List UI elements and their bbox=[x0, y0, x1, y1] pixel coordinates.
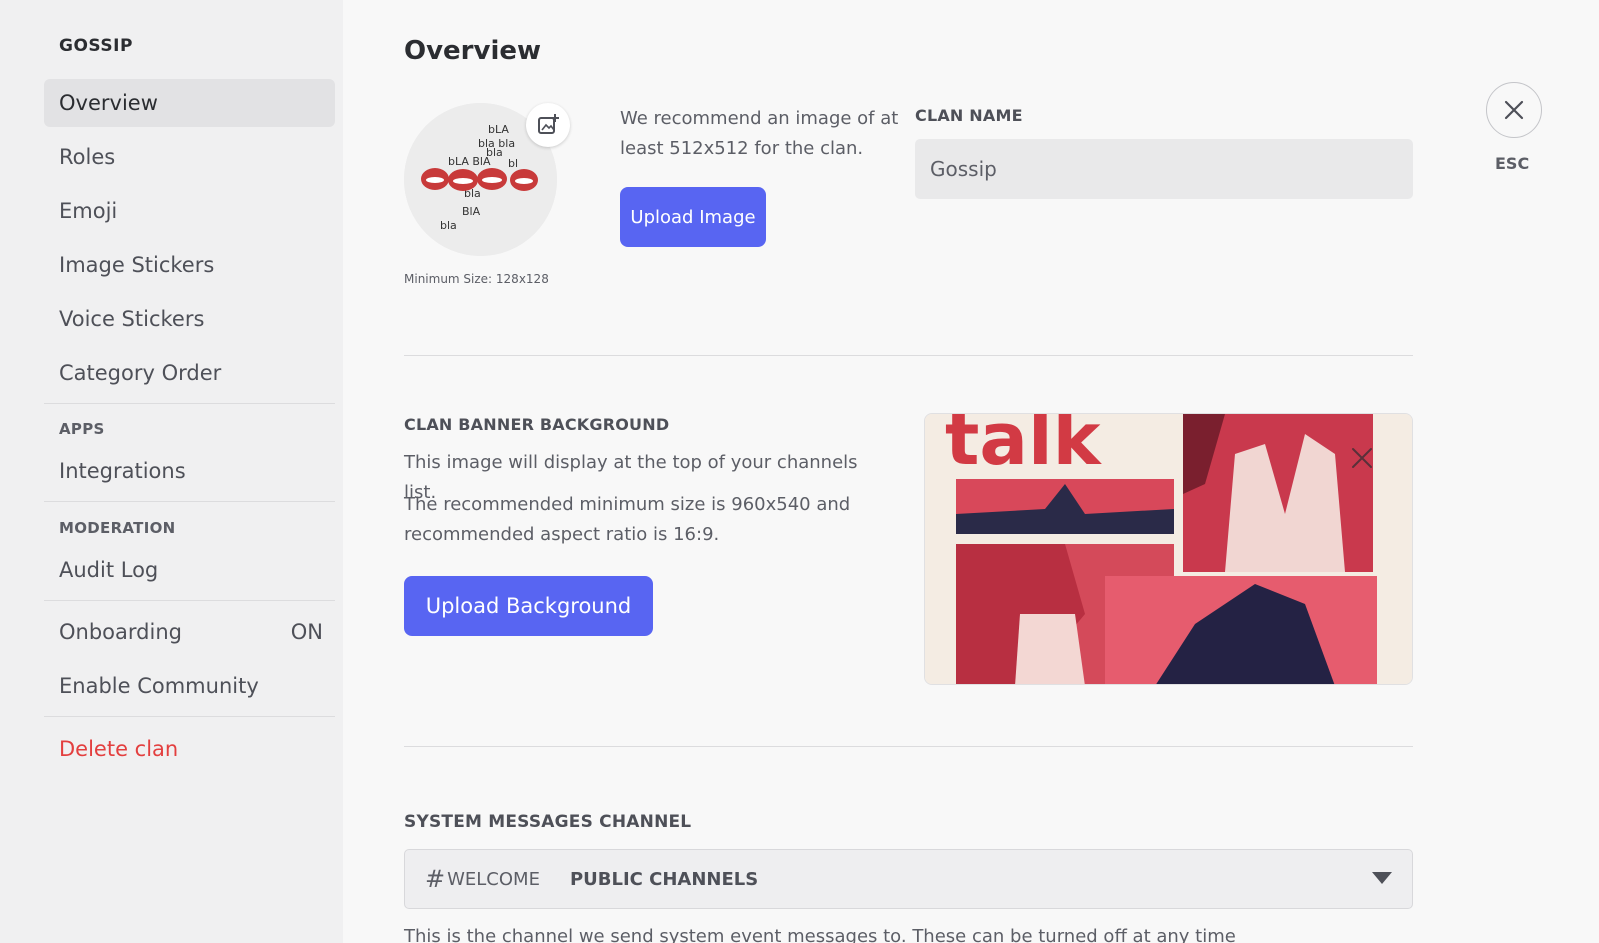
upload-background-button[interactable]: Upload Background bbox=[404, 576, 653, 636]
sidebar-item-label: Category Order bbox=[59, 361, 222, 385]
close-settings-button[interactable] bbox=[1486, 82, 1542, 138]
sidebar-item-integrations[interactable]: Integrations bbox=[44, 447, 335, 495]
svg-text:bl: bl bbox=[508, 157, 518, 170]
sidebar-item-onboarding[interactable]: Onboarding ON bbox=[44, 608, 335, 656]
banner-label: CLAN BANNER BACKGROUND bbox=[404, 415, 670, 434]
system-channel-help: This is the channel we send system event… bbox=[404, 926, 1236, 943]
sidebar-item-label: Integrations bbox=[59, 459, 186, 483]
banner-image: talk bbox=[925, 414, 1412, 684]
avatar-min-size: Minimum Size: 128x128 bbox=[404, 272, 549, 286]
sidebar-title: GOSSIP bbox=[59, 36, 133, 56]
sidebar-item-label: Onboarding bbox=[59, 620, 182, 644]
sidebar-item-label: Overview bbox=[59, 91, 158, 115]
sidebar-item-label: Image Stickers bbox=[59, 253, 215, 277]
page-title: Overview bbox=[404, 36, 542, 66]
sidebar-item-delete-clan[interactable]: Delete clan bbox=[44, 725, 335, 773]
sidebar-item-image-stickers[interactable]: Image Stickers bbox=[44, 241, 335, 289]
sidebar-divider bbox=[44, 403, 335, 404]
system-messages-label: SYSTEM MESSAGES CHANNEL bbox=[404, 812, 692, 832]
svg-text:bLA BlA: bLA BlA bbox=[448, 155, 491, 168]
section-divider bbox=[404, 355, 1413, 356]
section-divider bbox=[404, 746, 1413, 747]
clan-name-label: CLAN NAME bbox=[915, 106, 1023, 125]
upload-image-button[interactable]: Upload Image bbox=[620, 187, 766, 247]
sidebar-item-overview[interactable]: Overview bbox=[44, 79, 335, 127]
sidebar-header-moderation: MODERATION bbox=[59, 519, 176, 537]
channel-hash-icon: # bbox=[425, 865, 446, 893]
sidebar-item-voice-stickers[interactable]: Voice Stickers bbox=[44, 295, 335, 343]
sidebar-item-audit-log[interactable]: Audit Log bbox=[44, 546, 335, 594]
esc-label: ESC bbox=[1495, 154, 1530, 173]
sidebar-header-apps: APPS bbox=[59, 420, 105, 438]
avatar-recommendation: We recommend an image of at least 512x51… bbox=[620, 108, 899, 159]
sidebar-divider bbox=[44, 600, 335, 601]
banner-word: talk bbox=[945, 414, 1103, 481]
chevron-down-icon bbox=[1372, 872, 1392, 884]
sidebar-item-label: Audit Log bbox=[59, 558, 159, 582]
onboarding-status-badge: ON bbox=[290, 620, 323, 644]
sidebar-divider bbox=[44, 501, 335, 502]
sidebar-item-roles[interactable]: Roles bbox=[44, 133, 335, 181]
close-icon bbox=[1504, 100, 1524, 120]
banner-size-hint: The recommended minimum size is 960x540 … bbox=[404, 494, 851, 545]
system-channel-select[interactable]: # WELCOME PUBLIC CHANNELS bbox=[404, 849, 1413, 909]
sidebar-item-label: Enable Community bbox=[59, 674, 259, 698]
sidebar-item-emoji[interactable]: Emoji bbox=[44, 187, 335, 235]
system-channel-name: WELCOME bbox=[447, 868, 540, 890]
sidebar-item-label: Voice Stickers bbox=[59, 307, 205, 331]
sidebar-item-label: Delete clan bbox=[59, 737, 179, 761]
sidebar-item-label: Roles bbox=[59, 145, 116, 169]
sidebar-item-category-order[interactable]: Category Order bbox=[44, 349, 335, 397]
sidebar-divider bbox=[44, 716, 335, 717]
sidebar-item-enable-community[interactable]: Enable Community bbox=[44, 662, 335, 710]
add-image-icon bbox=[538, 114, 559, 134]
add-image-button[interactable] bbox=[526, 103, 570, 147]
svg-text:bla: bla bbox=[440, 219, 457, 232]
svg-text:BlA: BlA bbox=[462, 205, 481, 218]
sidebar-item-label: Emoji bbox=[59, 199, 118, 223]
settings-sidebar: GOSSIP Overview Roles Emoji Image Sticke… bbox=[0, 0, 343, 943]
settings-main: Overview bLA bla bla bla bLA BlA bl bla … bbox=[343, 0, 1599, 943]
svg-text:bLA: bLA bbox=[488, 123, 509, 136]
remove-banner-icon[interactable] bbox=[1350, 446, 1374, 470]
banner-preview: talk bbox=[924, 413, 1413, 685]
system-channel-category: PUBLIC CHANNELS bbox=[569, 868, 759, 890]
clan-name-input[interactable]: Gossip bbox=[915, 139, 1413, 199]
